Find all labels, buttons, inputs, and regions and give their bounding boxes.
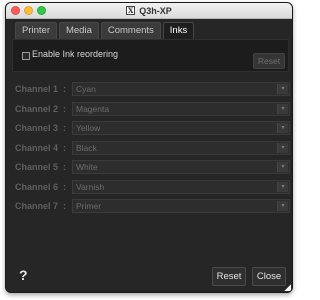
channel-select[interactable]: White ▾	[72, 160, 290, 174]
tab-inks[interactable]: Inks	[162, 22, 195, 39]
channel-select[interactable]: Yellow ▾	[72, 121, 290, 135]
tab-bar: Printer Media Comments Inks	[15, 22, 195, 39]
channel-select-value: Yellow	[76, 123, 101, 133]
channel-colon: :	[63, 181, 66, 192]
chevron-down-icon: ▾	[277, 201, 288, 211]
enable-ink-reordering-label[interactable]: Enable Ink reordering	[32, 49, 118, 59]
channel-select-value: White	[76, 162, 98, 172]
channel-colon: :	[63, 84, 66, 94]
channel-select[interactable]: Primer ▾	[72, 199, 290, 213]
channel-select-value: Varnish	[76, 181, 105, 192]
channel-select-value: Primer	[76, 201, 102, 211]
chevron-down-icon: ▾	[277, 123, 288, 133]
chevron-down-icon: ▾	[277, 181, 288, 192]
dialog-window: X Q3h-XP Printer Media Comments Inks Ena…	[5, 2, 293, 293]
channel-label: Channel 5	[15, 162, 59, 172]
app-icon: X	[126, 6, 136, 15]
channel-label: Channel 2	[15, 103, 59, 114]
channel-select[interactable]: Varnish ▾	[72, 179, 290, 194]
tab-printer[interactable]: Printer	[15, 22, 57, 39]
chevron-down-icon: ▾	[277, 84, 288, 94]
title-bar: X Q3h-XP	[6, 3, 292, 19]
window-title: Q3h-XP	[139, 5, 172, 16]
help-button[interactable]: ?	[19, 267, 28, 283]
channel-label: Channel 4	[15, 142, 59, 153]
tab-media[interactable]: Media	[58, 22, 99, 39]
channel-select[interactable]: Cyan ▾	[72, 82, 290, 96]
chevron-down-icon: ▾	[277, 103, 288, 114]
channel-label: Channel 7	[15, 201, 59, 211]
channel-colon: :	[63, 162, 66, 172]
channel-colon: :	[63, 142, 66, 153]
close-button[interactable]: Close	[252, 267, 286, 286]
reset-button[interactable]: Reset	[212, 267, 246, 286]
channel-select[interactable]: Black ▾	[72, 140, 290, 155]
ink-reorder-panel: Enable Ink reordering Reset	[12, 39, 289, 72]
channel-label: Channel 1	[15, 84, 59, 94]
channel-colon: :	[63, 201, 66, 211]
channel-colon: :	[63, 103, 66, 114]
channel-label: Channel 3	[15, 123, 59, 133]
channel-select-value: Black	[76, 142, 97, 153]
channel-select[interactable]: Magenta ▾	[72, 101, 290, 116]
tab-comments[interactable]: Comments	[100, 22, 161, 39]
enable-ink-reordering-checkbox[interactable]	[22, 52, 30, 60]
chevron-down-icon: ▾	[277, 162, 288, 172]
channel-label: Channel 6	[15, 181, 59, 192]
channel-select-value: Cyan	[76, 84, 96, 94]
channel-select-value: Magenta	[76, 103, 110, 114]
panel-reset-button[interactable]: Reset	[253, 53, 285, 69]
resize-grip-icon[interactable]	[284, 284, 291, 291]
channel-colon: :	[63, 123, 66, 133]
chevron-down-icon: ▾	[277, 142, 288, 153]
